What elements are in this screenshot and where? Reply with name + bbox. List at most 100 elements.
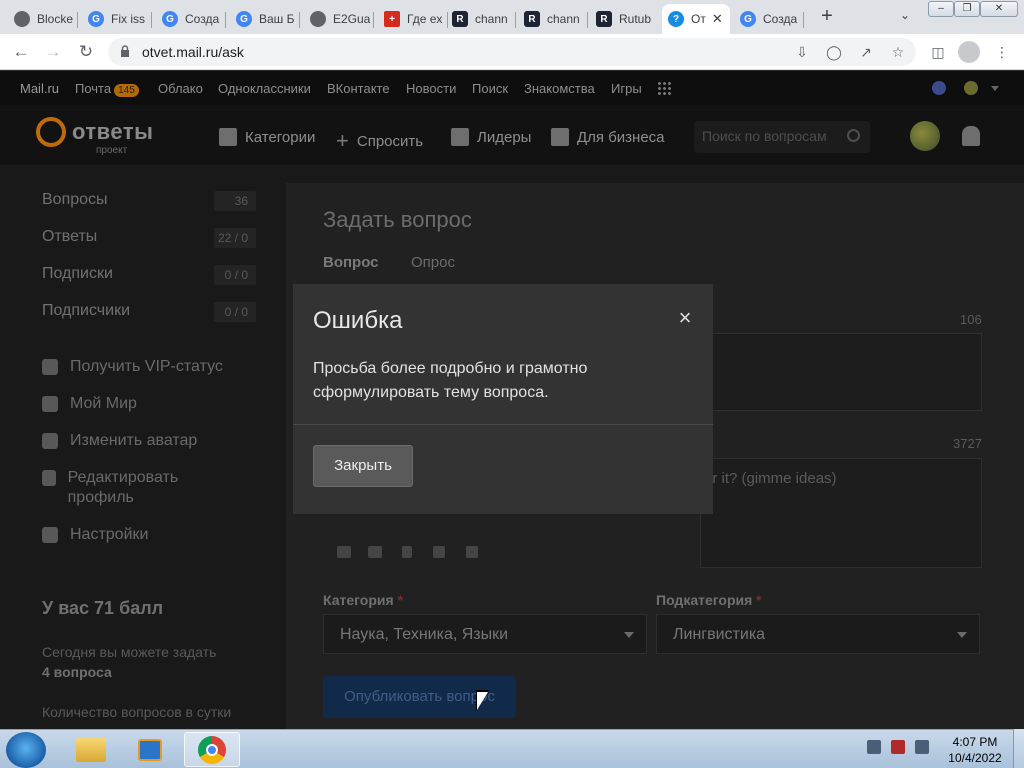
sidebar-item-subscribers[interactable]: Подписчики [42, 302, 130, 320]
nav-ask[interactable]: + Спросить [336, 128, 423, 154]
system-clock[interactable]: 4:07 PM 10/4/2022 [940, 734, 1010, 766]
browser-tab[interactable]: ? От ✕ [662, 4, 730, 34]
browser-tab[interactable]: G Созда [156, 4, 226, 34]
browser-tab[interactable]: R Rutub [590, 4, 660, 34]
dialog-title: Ошибка [313, 307, 403, 334]
maximize-button[interactable]: ❐ [954, 1, 980, 17]
category-label: Категория * [323, 592, 404, 608]
back-icon[interactable]: ← [10, 41, 32, 63]
close-window-button[interactable]: ✕ [980, 1, 1018, 17]
gear-icon [42, 527, 58, 543]
browser-tab[interactable]: + Где ex [378, 4, 448, 34]
browser-tab[interactable]: Rchann [518, 4, 588, 34]
close-icon[interactable]: × [673, 306, 697, 330]
sidebar-item-subscriptions[interactable]: Подписки [42, 265, 113, 283]
subcategory-value: Лингвистика [673, 626, 766, 643]
browser-tab[interactable]: Blocke [8, 4, 78, 34]
nav-leaders[interactable]: Лидеры [451, 128, 531, 146]
browser-tab[interactable]: G Fix iss [82, 4, 152, 34]
media-player-icon [138, 739, 162, 761]
new-tab-button[interactable]: + [816, 6, 838, 28]
answers-count: 22 / 0 [214, 228, 256, 248]
subcategory-select[interactable]: Лингвистика [656, 614, 980, 654]
search-input[interactable] [702, 128, 842, 144]
image-icon[interactable] [337, 546, 351, 558]
question-title-input[interactable] [700, 333, 982, 411]
action-center-icon[interactable] [891, 740, 905, 754]
menu-kebab-icon[interactable]: ⋮ [992, 42, 1012, 62]
minimize-button[interactable]: – [928, 1, 954, 17]
share-icon[interactable]: ↗ [856, 42, 876, 62]
mailru-topbar [0, 71, 1024, 105]
nav-label: Категории [245, 128, 316, 146]
mouse-cursor [477, 692, 488, 710]
browser-tab[interactable]: Rchann [446, 4, 516, 34]
swiss-flag-icon: + [384, 11, 400, 27]
sidebar-link-moimir[interactable]: Мой Мир [42, 394, 137, 414]
today-text: Сегодня вы можете задать [42, 644, 217, 660]
clock-time: 4:07 PM [952, 735, 998, 749]
sidebar-link-settings[interactable]: Настройки [42, 525, 148, 545]
tab-question[interactable]: Вопрос [323, 254, 379, 271]
category-select[interactable]: Наука, Техника, Языки [323, 614, 647, 654]
reload-icon[interactable]: ↻ [75, 41, 97, 63]
windows-start-button[interactable] [6, 732, 46, 768]
search-icon[interactable] [847, 129, 860, 142]
games-link[interactable]: Игры [611, 81, 642, 96]
apps-grid-icon[interactable] [657, 81, 671, 95]
cloud-link[interactable]: Облако [158, 81, 203, 96]
account-dropdown-icon[interactable] [991, 86, 999, 91]
forward-icon[interactable]: → [42, 41, 64, 63]
bookmark-star-icon[interactable]: ☆ [888, 42, 908, 62]
video-icon[interactable] [368, 546, 382, 558]
tab-poll[interactable]: Опрос [411, 254, 455, 271]
tab-title: chann [475, 12, 508, 26]
sidebar-item-answers[interactable]: Ответы [42, 228, 97, 246]
translate-icon[interactable]: ◯ [824, 42, 844, 62]
close-tab-icon[interactable]: ✕ [712, 11, 723, 27]
side-panel-icon[interactable]: ◫ [928, 42, 948, 62]
close-dialog-button[interactable]: Закрыть [313, 445, 413, 487]
network-icon[interactable] [867, 740, 881, 754]
odnoklassniki-link[interactable]: Одноклассники [218, 81, 311, 96]
install-icon[interactable]: ⇩ [792, 42, 812, 62]
user-avatar[interactable] [910, 121, 940, 151]
volume-icon[interactable] [915, 740, 929, 754]
tab-separator [515, 12, 516, 28]
dating-link[interactable]: Знакомства [524, 81, 595, 96]
google-icon: G [740, 11, 756, 27]
news-link[interactable]: Новости [406, 81, 456, 96]
profile-avatar[interactable] [958, 41, 980, 63]
sidebar-link-edit-profile[interactable]: Редактировать профиль [42, 468, 222, 508]
chevron-down-icon [624, 632, 634, 638]
daily-limit-text: Количество вопросов в сутки [42, 704, 232, 720]
link-icon[interactable] [402, 546, 412, 558]
user-mini-avatar[interactable] [964, 81, 978, 95]
mailru-link[interactable]: Mail.ru [20, 81, 59, 96]
browser-tab[interactable]: G Созда [734, 4, 804, 34]
nav-business[interactable]: Для бизнеса [551, 128, 665, 146]
search-link[interactable]: Поиск [472, 81, 508, 96]
show-desktop-button[interactable] [1013, 729, 1024, 768]
browser-tab[interactable]: G Ваш Б [230, 4, 300, 34]
sidebar-link-vip[interactable]: Получить VIP-статус [42, 357, 223, 377]
bell-icon[interactable] [962, 126, 980, 146]
subscriptions-count: 0 / 0 [214, 265, 256, 285]
clock-date: 10/4/2022 [948, 751, 1002, 765]
tab-title: Blocke [37, 12, 74, 26]
header-search [694, 121, 870, 153]
explorer-taskbar-button[interactable] [62, 732, 118, 767]
vkontakte-link[interactable]: ВКонтакте [327, 81, 390, 96]
media-player-taskbar-button[interactable] [124, 732, 180, 767]
quote-icon[interactable] [466, 546, 478, 558]
chrome-taskbar-button[interactable] [184, 732, 240, 767]
body-char-counter: 3727 [953, 436, 982, 451]
mail-link[interactable]: Почта 145 [75, 81, 139, 97]
sidebar-item-questions[interactable]: Вопросы [42, 191, 108, 209]
mail-account-icon[interactable] [932, 81, 946, 95]
browser-tab[interactable]: E2Gua [304, 4, 374, 34]
tab-search-icon[interactable]: ⌄ [896, 8, 914, 26]
nav-categories[interactable]: Категории [219, 128, 315, 146]
code-icon[interactable] [433, 546, 445, 558]
sidebar-link-avatar[interactable]: Изменить аватар [42, 431, 197, 451]
